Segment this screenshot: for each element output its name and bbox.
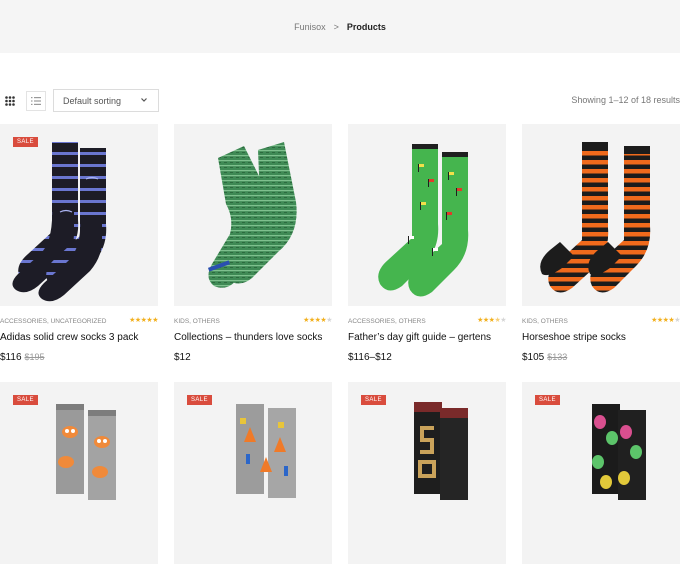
product-title[interactable]: Collections – thunders love socks [174, 332, 332, 343]
sort-select[interactable]: Default sorting [53, 89, 159, 112]
black-letter-socks-image [414, 402, 468, 500]
shop-toolbar: Default sorting Showing 1–12 of 18 resul… [0, 89, 680, 113]
product-meta: KIDS, OTHERS ★★★★★ [174, 314, 332, 330]
product-meta: ACCESSORIES, OTHERS ★★★★★ [348, 314, 506, 330]
product-card[interactable]: ACCESSORIES, OTHERS ★★★★★ Father’s day g… [348, 124, 506, 363]
breadcrumb: Funisox > Products [0, 0, 680, 53]
star-rating: ★★★★★ [651, 317, 680, 324]
grid-icon [5, 96, 15, 106]
product-categories[interactable]: ACCESSORIES, UNCATEGORIZED [0, 318, 106, 325]
price-current: $116–$12 [348, 352, 392, 363]
product-card[interactable]: SALE [0, 382, 158, 564]
product-meta: ACCESSORIES, UNCATEGORIZED ★★★★★ [0, 314, 158, 330]
breadcrumb-current: Products [346, 21, 386, 32]
result-count: Showing 1–12 of 18 results [571, 95, 680, 105]
price-old: $133 [547, 352, 568, 362]
product-title[interactable]: Horseshoe stripe socks [522, 332, 680, 343]
product-card[interactable]: SALE [348, 382, 506, 564]
product-card[interactable]: KIDS, OTHERS ★★★★★ Collections – thunder… [174, 124, 332, 363]
grid-view-button[interactable] [0, 91, 20, 111]
product-image[interactable] [348, 124, 506, 306]
grey-owl-print-socks-image [56, 404, 116, 500]
sort-select-value: Default sorting [63, 95, 122, 106]
list-view-button[interactable] [26, 91, 46, 111]
sale-badge: SALE [361, 395, 386, 405]
product-title[interactable]: Adidas solid crew socks 3 pack [0, 332, 158, 343]
product-price: $116 $195 [0, 352, 158, 363]
breadcrumb-home-link[interactable]: Funisox [294, 22, 326, 32]
product-card[interactable]: KIDS, OTHERS ★★★★★ Horseshoe stripe sock… [522, 124, 680, 363]
product-image[interactable]: SALE [174, 382, 332, 564]
product-price: $105 $133 [522, 352, 680, 363]
price-current: $116 [0, 352, 22, 363]
sale-badge: SALE [187, 395, 212, 405]
price-old: $195 [24, 352, 45, 362]
product-price: $116–$12 [348, 352, 506, 363]
product-categories[interactable]: KIDS, OTHERS [174, 318, 220, 325]
product-card[interactable]: SALE [174, 382, 332, 564]
price-current: $12 [174, 352, 191, 363]
sale-badge: SALE [535, 395, 560, 405]
price-current: $105 [522, 352, 545, 363]
breadcrumb-separator: > [333, 21, 339, 32]
product-image[interactable] [522, 124, 680, 306]
product-price: $12 [174, 352, 332, 363]
star-rating: ★★★★★ [303, 317, 332, 324]
product-card[interactable]: SALE [522, 382, 680, 564]
product-image[interactable]: SALE [0, 382, 158, 564]
grey-traffic-cone-socks-image [236, 404, 296, 498]
chevron-down-icon [141, 98, 147, 102]
product-card[interactable]: SALE ACCESSORIES, UNCATEGORIZED ★★★★★ Ad… [0, 124, 158, 363]
navy-blue-striped-socks-image [12, 142, 107, 302]
product-image[interactable]: SALE [522, 382, 680, 564]
green-golf-flag-socks-image [378, 144, 469, 297]
product-categories[interactable]: ACCESSORIES, OTHERS [348, 318, 426, 325]
list-icon [31, 97, 41, 105]
black-luchador-mask-socks-image [592, 404, 646, 500]
star-rating: ★★★★★ [129, 317, 158, 324]
product-image[interactable]: SALE [0, 124, 158, 306]
product-image[interactable]: SALE [348, 382, 506, 564]
star-rating: ★★★★★ [477, 317, 506, 324]
sale-badge: SALE [13, 137, 38, 147]
product-image[interactable] [174, 124, 332, 306]
product-title[interactable]: Father’s day gift guide – gertens [348, 332, 506, 343]
product-meta: KIDS, OTHERS ★★★★★ [522, 314, 680, 330]
product-categories[interactable]: KIDS, OTHERS [522, 318, 568, 325]
orange-black-striped-socks-image [540, 142, 651, 293]
green-heather-socks-image [207, 142, 297, 288]
sale-badge: SALE [13, 395, 38, 405]
